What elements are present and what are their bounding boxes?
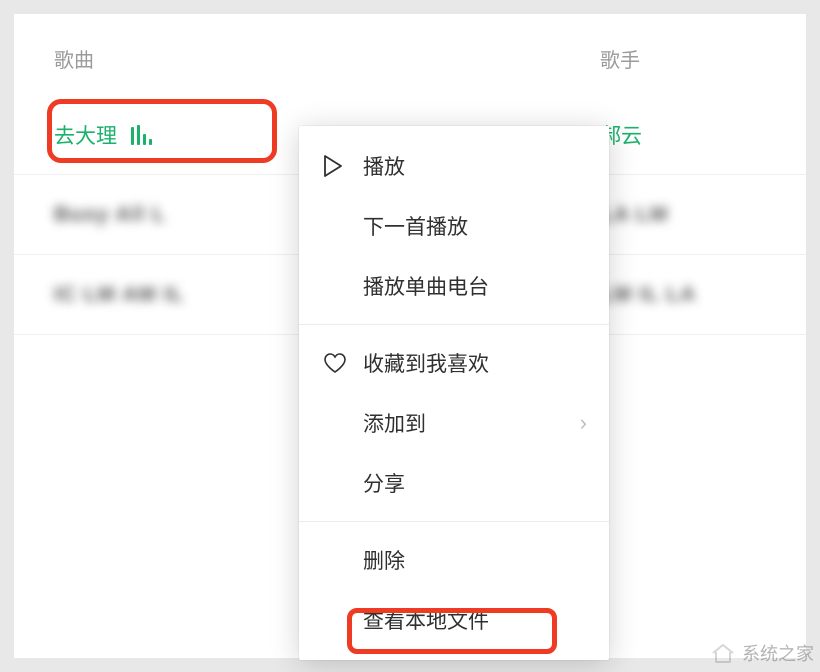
chevron-right-icon: › (580, 410, 587, 436)
header-artist: 歌手 (600, 44, 640, 73)
menu-label: 删除 (363, 545, 587, 575)
list-header: 歌曲 歌手 (14, 14, 806, 95)
song-title: Busy All L (54, 203, 166, 227)
header-song: 歌曲 (54, 44, 600, 73)
menu-label: 下一首播放 (363, 211, 587, 241)
play-icon (323, 155, 363, 177)
heart-icon (323, 352, 363, 374)
menu-label: 添加到 (363, 408, 580, 438)
playing-equalizer-icon (131, 125, 152, 145)
song-list-panel: 歌曲 歌手 去大理 郝云 Busy All L LA LM IC LM AM I… (14, 14, 806, 658)
menu-play[interactable]: 播放 (299, 136, 609, 196)
menu-label: 播放单曲电台 (363, 271, 587, 301)
menu-label: 查看本地文件 (363, 605, 587, 635)
menu-share[interactable]: 分享 (299, 453, 609, 513)
song-title: IC LM AM IL (54, 283, 184, 307)
menu-delete[interactable]: 删除 (299, 530, 609, 590)
menu-label: 分享 (363, 468, 587, 498)
artist-name: LA LM (600, 203, 668, 226)
menu-label: 播放 (363, 151, 587, 181)
artist-name: LM IL LA (600, 283, 696, 306)
menu-separator (299, 324, 609, 325)
menu-favorite[interactable]: 收藏到我喜欢 (299, 333, 609, 393)
menu-view-local-file[interactable]: 查看本地文件 (299, 590, 609, 650)
menu-add-to[interactable]: 添加到 › (299, 393, 609, 453)
menu-label: 收藏到我喜欢 (363, 348, 587, 378)
menu-separator (299, 521, 609, 522)
context-menu: 播放 下一首播放 播放单曲电台 收藏到我喜欢 添加到 › 分享 (299, 126, 609, 660)
song-title: 去大理 (54, 120, 117, 150)
menu-play-next[interactable]: 下一首播放 (299, 196, 609, 256)
menu-play-radio[interactable]: 播放单曲电台 (299, 256, 609, 316)
